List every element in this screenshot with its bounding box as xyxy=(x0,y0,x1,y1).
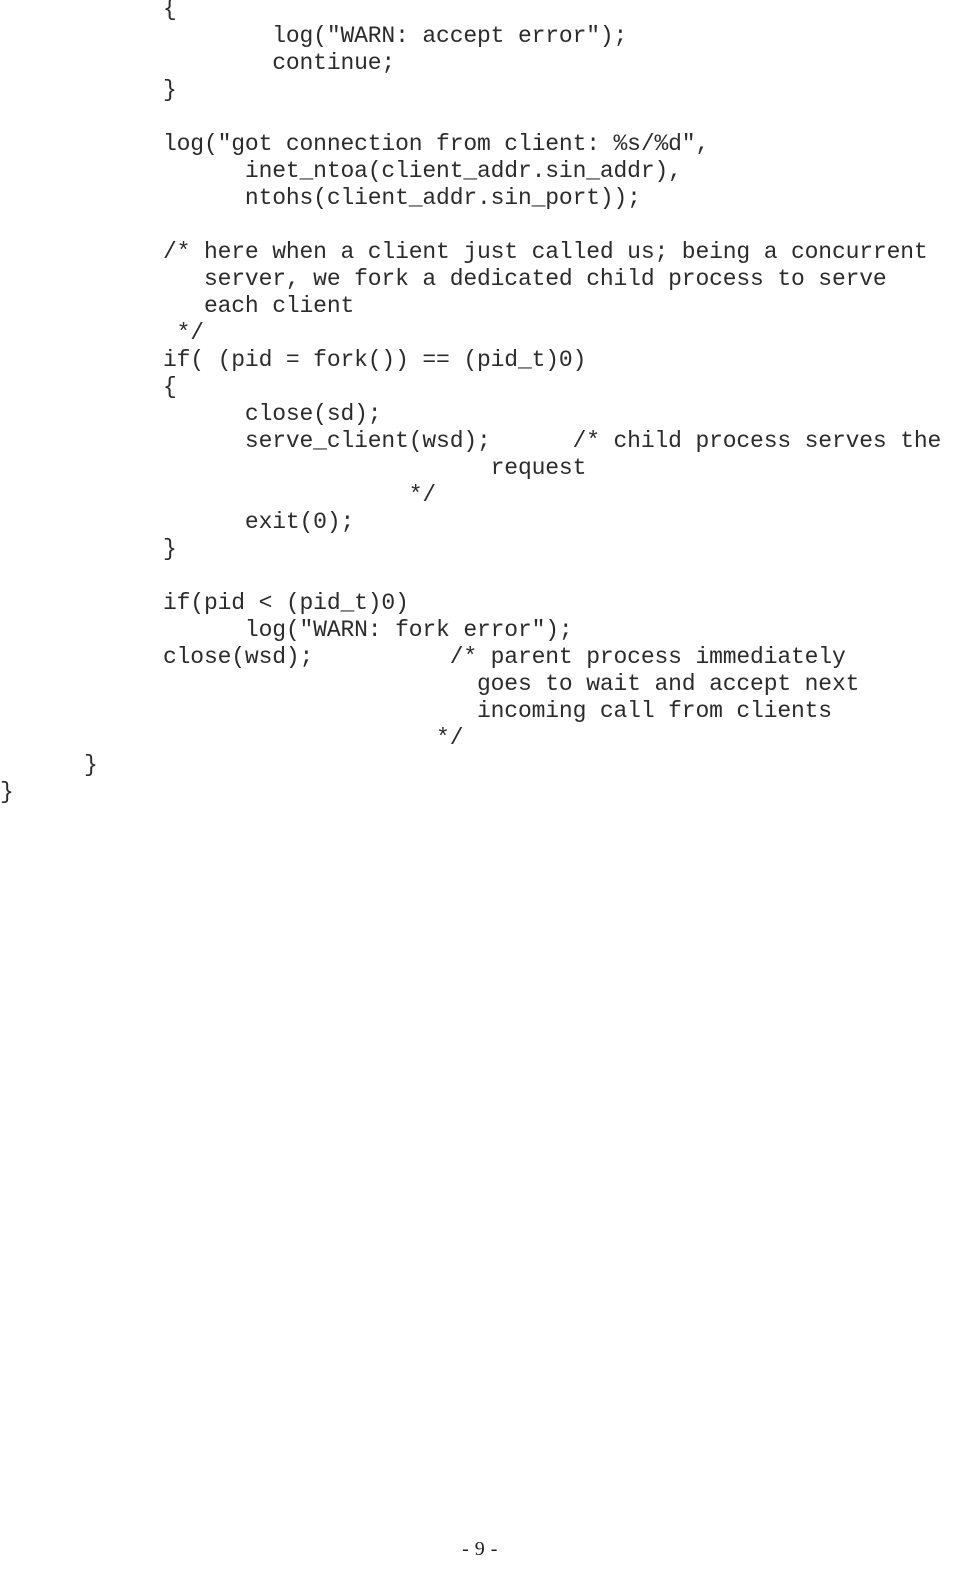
code-line: goes to wait and accept next xyxy=(163,671,860,697)
code-line: inet_ntoa(client_addr.sin_addr), xyxy=(163,158,682,184)
code-line: { xyxy=(163,0,177,22)
code-line: { xyxy=(163,374,177,400)
code-line: log("WARN: fork error"); xyxy=(163,617,573,643)
code-line: if(pid < (pid_t)0) xyxy=(163,590,409,616)
code-line: log("got connection from client: %s/%d", xyxy=(163,131,710,157)
code-line: } xyxy=(163,536,177,562)
code-line-closing-brace: } xyxy=(0,779,14,805)
page-number: - 9 - xyxy=(462,1538,498,1560)
code-line: serve_client(wsd); /* child process serv… xyxy=(163,428,942,454)
code-line: each client xyxy=(163,293,355,319)
code-line: */ xyxy=(163,320,204,346)
document-page: { log("WARN: accept error"); continue; }… xyxy=(0,0,960,1585)
code-line: } xyxy=(163,77,177,103)
code-line: ntohs(client_addr.sin_port)); xyxy=(163,185,641,211)
code-line: close(sd); xyxy=(163,401,382,427)
code-line: exit(0); xyxy=(163,509,355,535)
code-line: server, we fork a dedicated child proces… xyxy=(163,266,887,292)
code-line: */ xyxy=(163,725,464,751)
code-line: request xyxy=(163,455,587,481)
code-line: continue; xyxy=(163,50,396,76)
code-line: /* here when a client just called us; be… xyxy=(163,239,928,265)
code-line-closing-brace: } xyxy=(84,752,98,778)
code-line: log("WARN: accept error"); xyxy=(163,23,628,49)
code-line: incoming call from clients xyxy=(163,698,832,724)
code-line: if( (pid = fork()) == (pid_t)0) xyxy=(163,347,587,373)
code-line: close(wsd); /* parent process immediatel… xyxy=(163,644,846,670)
code-listing: { log("WARN: accept error"); continue; }… xyxy=(0,0,960,806)
code-line: */ xyxy=(163,482,437,508)
